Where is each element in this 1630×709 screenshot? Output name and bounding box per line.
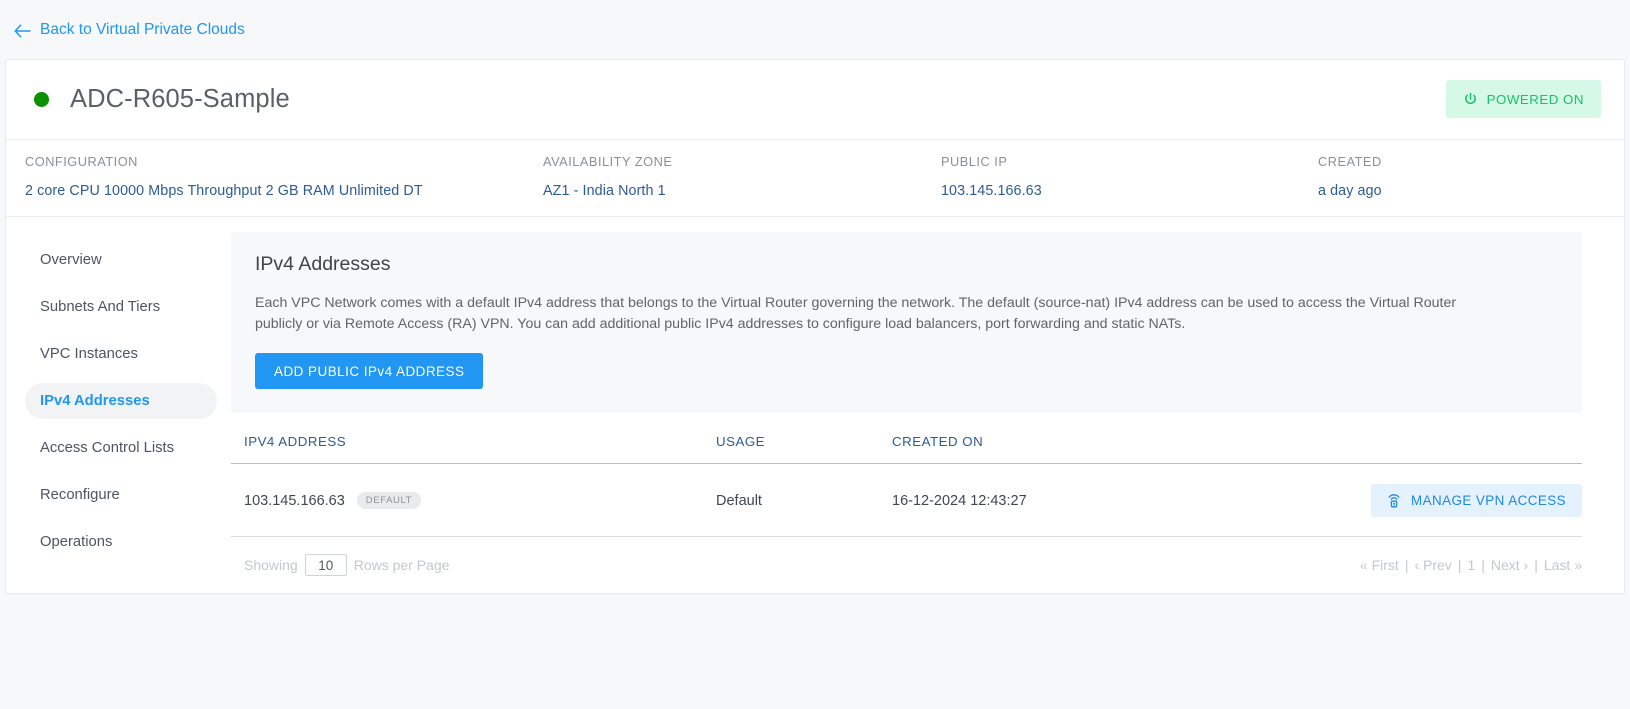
panel-title: IPv4 Addresses — [255, 253, 391, 275]
column-header-created-on[interactable]: CREATED ON — [892, 434, 1292, 464]
sidebar-item-operations[interactable]: Operations — [25, 524, 217, 560]
manage-vpn-access-label: MANAGE VPN ACCESS — [1411, 493, 1566, 508]
meta-label: PUBLIC IP — [941, 154, 1008, 169]
sidebar-item-label: Access Control Lists — [40, 440, 175, 456]
column-header-usage[interactable]: USAGE — [716, 434, 892, 464]
column-header-actions — [1292, 434, 1582, 464]
meta-label: AVAILABILITY ZONE — [543, 154, 673, 169]
add-public-ipv4-address-button[interactable]: ADD PUBLIC IPv4 ADDRESS — [255, 353, 484, 389]
arrow-left-icon — [14, 23, 31, 38]
meta-value-public-ip[interactable]: 103.145.166.63 — [941, 183, 1318, 199]
sidebar-item-reconfigure[interactable]: Reconfigure — [25, 477, 217, 513]
pagination-separator: | — [1534, 557, 1538, 573]
cell-actions: MANAGE VPN ACCESS — [1292, 463, 1582, 537]
showing-label: Showing — [244, 557, 298, 573]
meta-created: CREATED a day ago — [1318, 154, 1598, 199]
rows-per-page-input[interactable] — [304, 554, 347, 576]
cell-ipv4-address: 103.145.166.63 DEFAULT — [231, 463, 716, 537]
back-link-label: Back to Virtual Private Clouds — [40, 20, 245, 38]
pagination-first[interactable]: « First — [1360, 557, 1399, 573]
column-header-ipv4-address[interactable]: IPV4 ADDRESS — [231, 434, 716, 464]
sidebar-item-overview[interactable]: Overview — [25, 242, 217, 278]
pagination-next[interactable]: Next › — [1491, 557, 1528, 573]
page-title: ADC-R605-Sample — [70, 85, 290, 113]
ipv4-info-panel: IPv4 Addresses Each VPC Network comes wi… — [231, 232, 1582, 413]
status-dot-icon — [34, 92, 49, 107]
sidebar-item-subnets-and-tiers[interactable]: Subnets And Tiers — [25, 289, 217, 325]
breadcrumb: Back to Virtual Private Clouds — [0, 0, 1630, 59]
meta-public-ip: PUBLIC IP 103.145.166.63 — [941, 154, 1318, 199]
meta-configuration: CONFIGURATION 2 core CPU 10000 Mbps Thro… — [6, 154, 543, 199]
sidebar-item-ipv4-addresses[interactable]: IPv4 Addresses — [25, 383, 217, 419]
cell-created-on: 16-12-2024 12:43:27 — [892, 463, 1292, 537]
sidebar-item-label: Reconfigure — [40, 487, 120, 503]
cell-usage: Default — [716, 463, 892, 537]
ipv4-address-value: 103.145.166.63 — [244, 492, 345, 509]
back-to-vpc-link[interactable]: Back to Virtual Private Clouds — [14, 22, 245, 38]
sidebar-item-label: Operations — [40, 534, 113, 550]
table-footer: Showing Rows per Page « First | ‹ Prev |… — [231, 537, 1582, 576]
card-header: ADC-R605-Sample POWERED ON — [6, 60, 1624, 139]
table-header-row: IPV4 ADDRESS USAGE CREATED ON — [231, 434, 1582, 464]
power-icon — [1463, 92, 1478, 107]
rows-per-page-group: Showing Rows per Page — [244, 554, 449, 576]
sidebar-item-label: IPv4 Addresses — [40, 393, 150, 409]
meta-value-configuration[interactable]: 2 core CPU 10000 Mbps Throughput 2 GB RA… — [25, 183, 543, 199]
card-body: Overview Subnets And Tiers VPC Instances… — [6, 217, 1624, 576]
pagination-current-page[interactable]: 1 — [1467, 557, 1475, 573]
pagination-separator: | — [1481, 557, 1485, 573]
sidebar-item-label: Overview — [40, 252, 102, 268]
sidebar-item-label: VPC Instances — [40, 346, 138, 362]
pagination: « First | ‹ Prev | 1 | Next › | Last » — [1360, 557, 1582, 573]
table-body: 103.145.166.63 DEFAULT Default 16-12-202… — [231, 463, 1582, 537]
sidebar-item-vpc-instances[interactable]: VPC Instances — [25, 336, 217, 372]
meta-label: CREATED — [1318, 154, 1382, 169]
meta-strip: CONFIGURATION 2 core CPU 10000 Mbps Thro… — [6, 139, 1624, 217]
rows-per-page-label: Rows per Page — [353, 557, 450, 573]
pagination-prev[interactable]: ‹ Prev — [1414, 557, 1451, 573]
panel-description: Each VPC Network comes with a default IP… — [255, 295, 1457, 332]
vpc-detail-card: ADC-R605-Sample POWERED ON CONFIGURATION… — [5, 59, 1625, 594]
manage-vpn-access-button[interactable]: MANAGE VPN ACCESS — [1371, 484, 1582, 517]
meta-value-availability-zone[interactable]: AZ1 - India North 1 — [543, 183, 941, 199]
power-state-label: POWERED ON — [1486, 91, 1584, 107]
status-badge: DEFAULT — [356, 492, 422, 509]
sidebar-item-access-control-lists[interactable]: Access Control Lists — [25, 430, 217, 466]
pagination-last[interactable]: Last » — [1544, 557, 1582, 573]
ipv4-address-wrap: 103.145.166.63 DEFAULT — [244, 492, 422, 509]
main-content: IPv4 Addresses Each VPC Network comes wi… — [231, 232, 1624, 576]
meta-value-created[interactable]: a day ago — [1318, 183, 1598, 199]
ipv4-addresses-table: IPV4 ADDRESS USAGE CREATED ON 103.145.16… — [231, 434, 1582, 537]
meta-availability-zone: AVAILABILITY ZONE AZ1 - India North 1 — [543, 154, 941, 199]
pagination-separator: | — [1457, 557, 1462, 573]
pagination-separator: | — [1404, 557, 1409, 573]
vpn-broadcast-icon — [1387, 493, 1401, 508]
table-row[interactable]: 103.145.166.63 DEFAULT Default 16-12-202… — [231, 463, 1582, 537]
power-state-badge[interactable]: POWERED ON — [1445, 80, 1601, 118]
page-root: Back to Virtual Private Clouds ADC-R605-… — [0, 0, 1630, 709]
meta-label: CONFIGURATION — [25, 154, 138, 169]
sidebar-item-label: Subnets And Tiers — [40, 299, 161, 315]
table-head: IPV4 ADDRESS USAGE CREATED ON — [231, 434, 1582, 464]
section-nav: Overview Subnets And Tiers VPC Instances… — [6, 232, 231, 576]
